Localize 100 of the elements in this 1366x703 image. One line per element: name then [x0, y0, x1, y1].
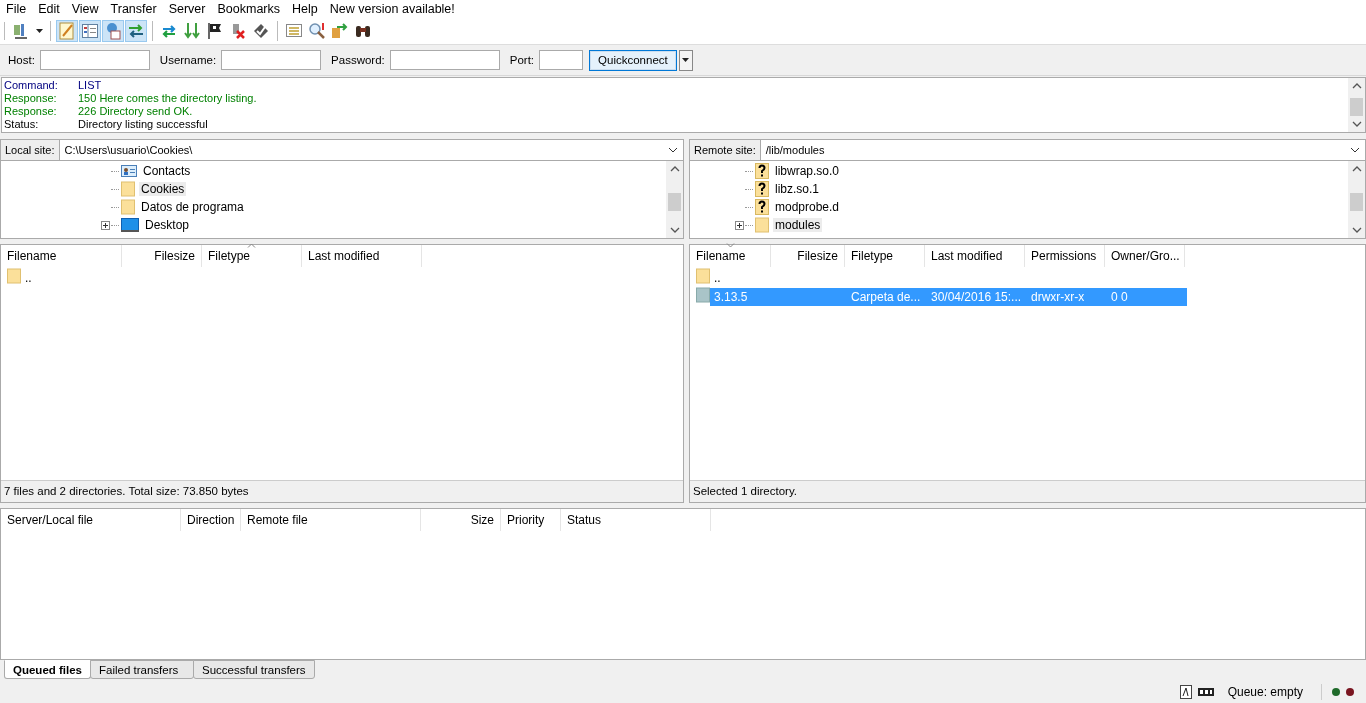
input-field[interactable]: [539, 50, 584, 70]
status-text: Selected 1 directory.: [690, 480, 1365, 502]
cancel-icon: [230, 22, 246, 40]
tree-item[interactable]: modprobe.d: [773, 200, 842, 214]
column-header[interactable]: Server/Local file: [1, 509, 181, 531]
table-cell: ..: [25, 270, 32, 285]
tree-item[interactable]: Desktop: [143, 218, 192, 232]
column-header[interactable]: Last modified: [302, 245, 422, 267]
folder-icon: [121, 181, 135, 197]
table-cell: Carpeta de...: [851, 289, 921, 304]
indicator-light-icon: [1346, 687, 1354, 696]
column-header[interactable]: Filesize: [122, 245, 202, 267]
column-header[interactable]: Filename: [1, 245, 122, 267]
list-icon: [286, 23, 302, 39]
log-label: Status:: [4, 118, 40, 131]
question-file-icon: [755, 163, 769, 179]
tree-item[interactable]: libwrap.so.0: [773, 164, 842, 178]
menu-item[interactable]: Bookmarks: [211, 2, 286, 16]
menu-item[interactable]: File: [0, 2, 33, 16]
field-label: Host:: [8, 54, 35, 66]
menu-item[interactable]: Transfer: [104, 2, 163, 16]
input-field[interactable]: [389, 50, 500, 70]
column-header[interactable]: Filetype: [202, 245, 302, 267]
refresh-icon: [160, 23, 178, 39]
field-label: Username:: [159, 54, 217, 66]
file-row[interactable]: ..: [21, 268, 124, 287]
globe-icon: [105, 22, 121, 40]
folder-icon: [696, 287, 710, 303]
column-header[interactable]: Size: [421, 509, 501, 531]
input-field[interactable]: [39, 50, 150, 70]
folder-icon: [755, 217, 769, 233]
binary-icon: [1197, 687, 1214, 696]
panes-icon: [82, 23, 98, 39]
file-row[interactable]: ..: [710, 268, 773, 287]
sync-icon: [331, 22, 349, 40]
scrollbar[interactable]: [1348, 78, 1365, 132]
status-text: 7 files and 2 directories. Total size: 73.850 bytes: [1, 480, 683, 502]
folder-icon: [121, 199, 135, 215]
scroll-up-icon[interactable]: [1351, 82, 1362, 90]
queue-status: Queue: empty: [1227, 684, 1303, 699]
tree-item[interactable]: Cookies: [139, 182, 187, 196]
log-message: 226 Directory send OK.: [78, 105, 193, 118]
log-message: 150 Here comes the directory listing.: [78, 92, 257, 105]
caret-icon: [682, 58, 690, 62]
table-cell: 3.13.5: [714, 289, 748, 304]
tab[interactable]: Failed transfers: [90, 660, 195, 679]
column-header[interactable]: Permissions: [1025, 245, 1105, 267]
tab[interactable]: Successful transfers: [193, 660, 315, 679]
menu-item[interactable]: Help: [286, 2, 324, 16]
column-header[interactable]: Filetype: [845, 245, 925, 267]
folder-icon: [7, 268, 21, 284]
folder-icon: [696, 268, 710, 284]
scrollbar[interactable]: [666, 161, 683, 238]
column-header[interactable]: Remote file: [241, 509, 421, 531]
arrows-icon: [127, 23, 145, 39]
tree-item[interactable]: modules: [773, 218, 823, 232]
column-header[interactable]: Direction: [181, 509, 241, 531]
document-icon: [1179, 684, 1192, 699]
scroll-down-icon[interactable]: [1351, 226, 1362, 234]
expand-icon[interactable]: [735, 220, 744, 230]
table-cell: drwxr-xr-x: [1031, 289, 1085, 304]
menu-item[interactable]: New version available!: [323, 2, 461, 16]
table-cell: 30/04/2016 15:...: [931, 289, 1022, 304]
field-label: Port:: [509, 54, 535, 66]
tree-item[interactable]: libz.so.1: [773, 182, 822, 196]
question-file-icon: [755, 199, 769, 215]
tree-item[interactable]: Datos de programa: [139, 200, 246, 214]
table-cell: ..: [714, 270, 721, 285]
log-label: Response:: [4, 105, 58, 118]
tree-item[interactable]: Contacts: [141, 164, 193, 178]
menu-item[interactable]: Edit: [32, 2, 66, 16]
scroll-up-icon[interactable]: [669, 165, 680, 173]
scroll-up-icon[interactable]: [1351, 165, 1362, 173]
input-field[interactable]: [221, 50, 322, 70]
column-header[interactable]: Status: [561, 509, 711, 531]
expand-icon[interactable]: [101, 220, 110, 230]
column-header[interactable]: Priority: [501, 509, 561, 531]
column-header[interactable]: Filesize: [771, 245, 845, 267]
column-header[interactable]: Owner/Gro...: [1105, 245, 1185, 267]
column-header[interactable]: Last modified: [925, 245, 1025, 267]
scroll-down-icon[interactable]: [1351, 120, 1362, 128]
scroll-thumb[interactable]: [1350, 98, 1363, 116]
tab[interactable]: Queued files: [4, 660, 92, 679]
log-message: LIST: [78, 79, 102, 92]
column-header[interactable]: Filename: [690, 245, 771, 267]
scroll-thumb[interactable]: [668, 192, 681, 211]
contact-card-icon: [121, 164, 137, 178]
desktop-icon: [121, 218, 139, 232]
flag-icon: [207, 22, 223, 40]
scroll-thumb[interactable]: [1350, 192, 1363, 211]
question-file-icon: [755, 181, 769, 197]
menu-item[interactable]: Server: [162, 2, 212, 16]
quickconnect-button[interactable]: Quickconnect: [589, 49, 677, 71]
menu-item[interactable]: View: [65, 2, 105, 16]
notepad-icon: [59, 22, 75, 40]
scroll-down-icon[interactable]: [669, 226, 680, 234]
dropdown-button[interactable]: [678, 49, 693, 71]
scrollbar[interactable]: [1348, 161, 1365, 238]
log-label: Command:: [4, 79, 59, 92]
field-label: Password:: [331, 54, 385, 66]
